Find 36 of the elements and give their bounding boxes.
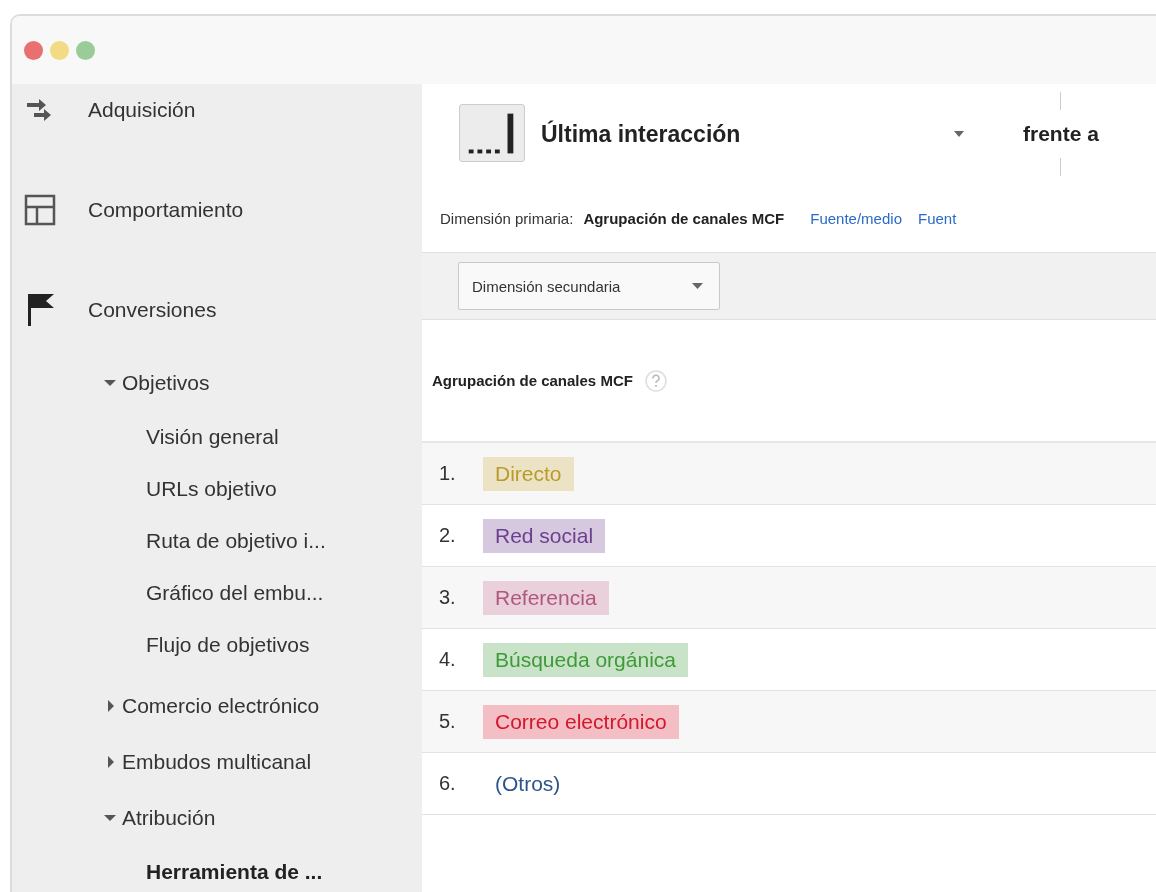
dimension-label: Dimensión primaria: bbox=[440, 209, 574, 227]
nav-group[interactable]: Embudos multicanal bbox=[12, 734, 422, 790]
nav-item[interactable]: URLs objetivo bbox=[12, 463, 422, 515]
chart-bar-icon[interactable] bbox=[459, 104, 525, 162]
versus-label: frente a bbox=[1023, 121, 1099, 147]
help-icon[interactable] bbox=[644, 369, 667, 392]
model-title: Última interacción bbox=[541, 120, 742, 148]
row-number: 1. bbox=[439, 462, 457, 485]
row-number: 6. bbox=[439, 772, 457, 795]
maximize-button[interactable] bbox=[76, 40, 95, 60]
nav-item[interactable]: Conversiones bbox=[88, 298, 217, 322]
secondary-dimension-dropdown[interactable]: Dimensión secundaria bbox=[458, 262, 720, 310]
nav-group[interactable]: Objetivos bbox=[12, 355, 422, 411]
nav-item[interactable]: Herramienta de ... bbox=[12, 846, 422, 892]
close-button[interactable] bbox=[24, 40, 43, 60]
dimension-link[interactable]: Agrupación de canales MCF bbox=[583, 209, 785, 227]
nav-item[interactable]: Ruta de objetivo i... bbox=[12, 515, 422, 567]
nav-group[interactable]: Comercio electrónico bbox=[12, 678, 422, 734]
row-number: 5. bbox=[439, 710, 457, 733]
nav-group[interactable]: Atribución bbox=[12, 790, 422, 846]
channel-tag[interactable]: Red social bbox=[483, 518, 606, 553]
column-header: Agrupación de canales MCF bbox=[432, 372, 633, 389]
nav-item[interactable]: Gráfico del embu... bbox=[12, 567, 422, 619]
dimension-link[interactable]: Fuente/medio bbox=[810, 209, 902, 227]
row-number: 4. bbox=[439, 648, 457, 671]
channel-label[interactable]: (Otros) bbox=[483, 766, 573, 801]
nav-item[interactable]: Adquisición bbox=[88, 98, 196, 122]
row-number: 2. bbox=[439, 524, 457, 547]
nav-item[interactable]: Visión general bbox=[12, 411, 422, 463]
dropdown-caret-icon[interactable] bbox=[953, 130, 965, 138]
caret-icon bbox=[692, 282, 703, 290]
row-number: 3. bbox=[439, 586, 457, 609]
dimension-link[interactable]: Fuent bbox=[918, 209, 957, 227]
layout-icon bbox=[24, 194, 56, 226]
nav-item[interactable]: Flujo de objetivos bbox=[12, 619, 422, 671]
nav-item[interactable]: Comportamiento bbox=[88, 198, 244, 222]
